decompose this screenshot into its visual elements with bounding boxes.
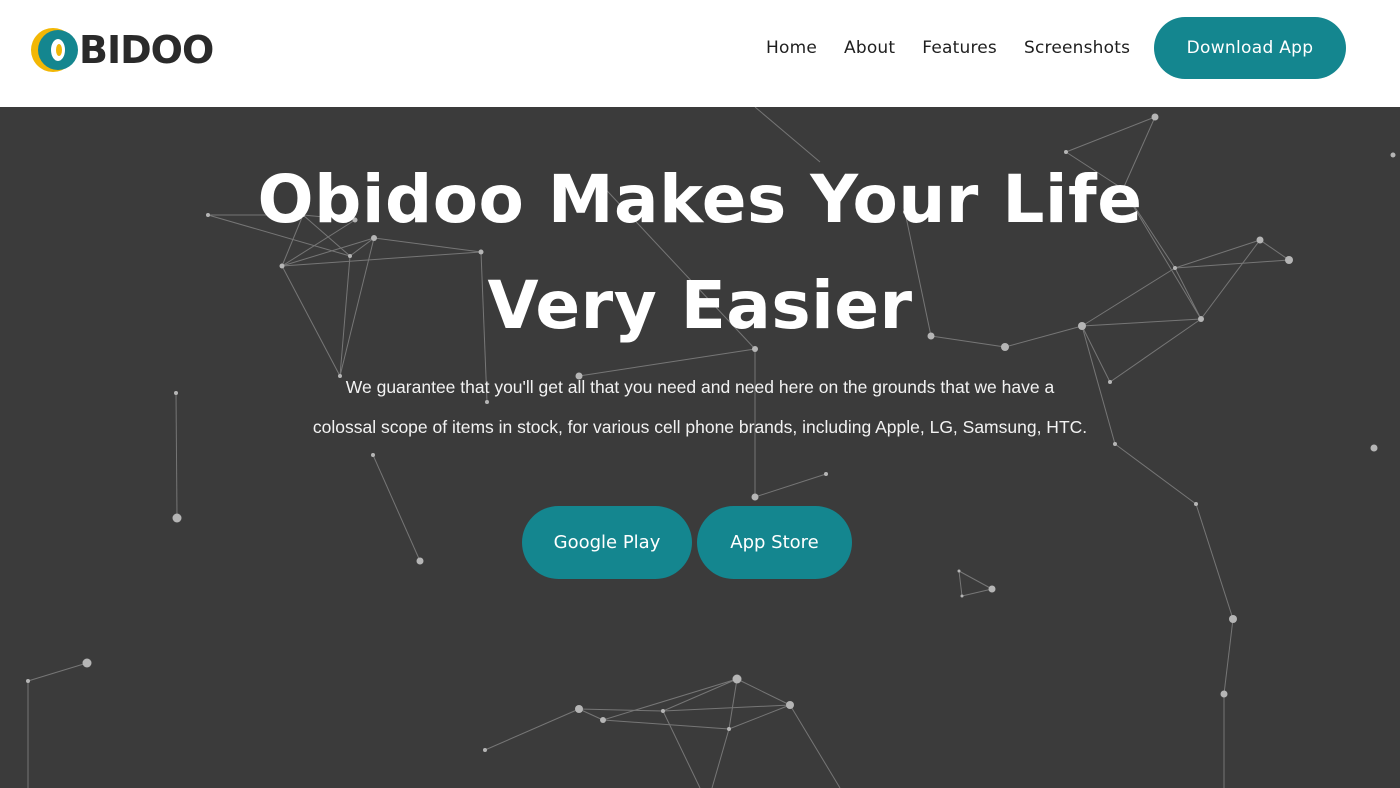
hero-title-line-1: Obidoo Makes Your Life	[257, 161, 1143, 238]
nav-about[interactable]: About	[844, 33, 895, 63]
nav-features[interactable]: Features	[922, 33, 997, 63]
download-app-button[interactable]: Download App	[1154, 17, 1346, 79]
hero-section: Obidoo Makes Your Life Very Easier We gu…	[0, 107, 1400, 788]
logo-icon	[31, 28, 78, 72]
main-nav: Home About Features Screenshots	[766, 33, 1130, 63]
hero-description-line-1: We guarantee that you'll get all that yo…	[345, 377, 1055, 397]
hero-title: Obidoo Makes Your Life Very Easier	[200, 147, 1200, 359]
logo-text: BIDOO	[79, 28, 214, 72]
brand-logo[interactable]: BIDOO	[28, 24, 214, 76]
google-play-button[interactable]: Google Play	[522, 506, 692, 579]
nav-home[interactable]: Home	[766, 33, 817, 63]
hero-description: We guarantee that you'll get all that yo…	[290, 367, 1110, 447]
app-store-button[interactable]: App Store	[697, 506, 852, 579]
site-header: BIDOO Home About Features Screenshots Do…	[0, 0, 1400, 107]
nav-screenshots[interactable]: Screenshots	[1024, 33, 1130, 63]
hero-description-line-2: colossal scope of items in stock, for va…	[312, 417, 1088, 437]
hero-title-line-2: Very Easier	[487, 267, 913, 344]
